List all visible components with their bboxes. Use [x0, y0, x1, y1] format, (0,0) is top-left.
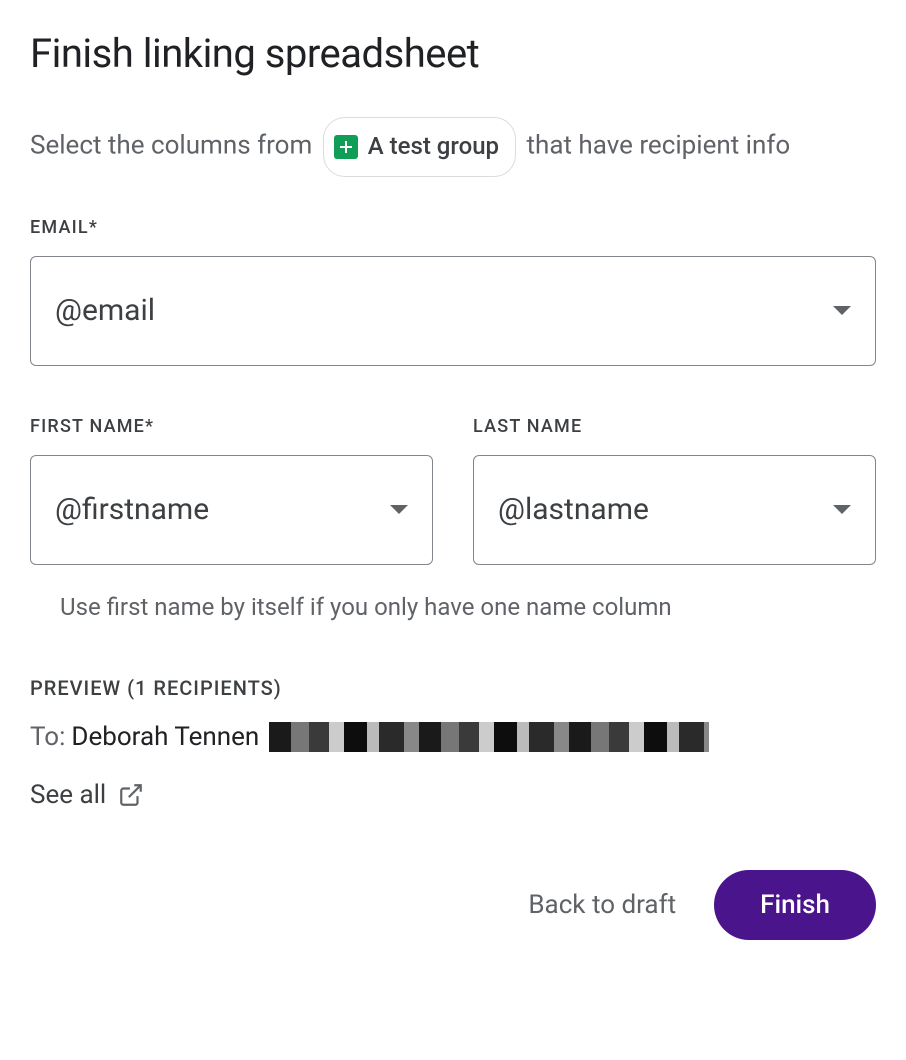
email-select[interactable]: @email — [30, 256, 876, 366]
chip-label: A test group — [368, 124, 499, 170]
lastname-label: LAST NAME — [473, 416, 876, 437]
chevron-down-icon — [390, 505, 408, 514]
lastname-select-value: @lastname — [498, 492, 649, 527]
subtitle-after: that have recipient info — [527, 131, 791, 161]
email-label: EMAIL* — [30, 217, 876, 238]
see-all-label: See all — [30, 780, 106, 810]
preview-recipient: To: Deborah Tennen — [30, 722, 876, 752]
chevron-down-icon — [833, 505, 851, 514]
finish-button[interactable]: Finish — [714, 870, 876, 940]
email-select-value: @email — [55, 293, 155, 328]
footer-actions: Back to draft Finish — [30, 870, 876, 940]
sheets-icon — [334, 135, 358, 159]
open-in-new-icon — [118, 782, 144, 808]
firstname-select[interactable]: @firstname — [30, 455, 433, 565]
spreadsheet-chip[interactable]: A test group — [323, 117, 516, 177]
firstname-select-value: @firstname — [55, 492, 209, 527]
subtitle-before: Select the columns from — [30, 131, 312, 161]
firstname-label: FIRST NAME* — [30, 416, 433, 437]
chevron-down-icon — [833, 306, 851, 315]
lastname-select[interactable]: @lastname — [473, 455, 876, 565]
subtitle: Select the columns from A test group tha… — [30, 117, 876, 177]
page-title: Finish linking spreadsheet — [30, 30, 876, 77]
redacted-email — [269, 722, 709, 752]
see-all-link[interactable]: See all — [30, 780, 144, 810]
recipient-name: Deborah Tennen — [71, 722, 259, 752]
back-to-draft-button[interactable]: Back to draft — [520, 880, 684, 930]
preview-label: PREVIEW (1 RECIPIENTS) — [30, 676, 876, 700]
name-hint: Use first name by itself if you only hav… — [60, 593, 876, 621]
to-prefix: To: — [30, 722, 65, 752]
